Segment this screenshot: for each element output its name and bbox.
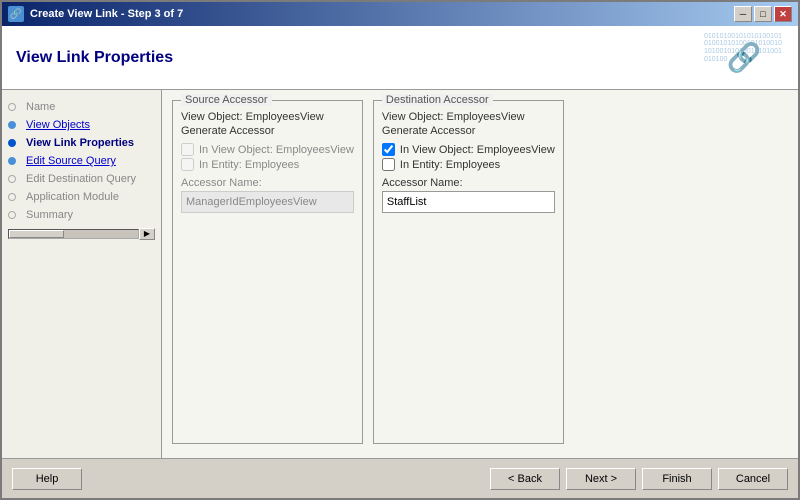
source-in-view-object-label: In View Object: EmployeesView [199, 144, 354, 156]
source-accessor-name-input [181, 191, 354, 213]
footer: Help < Back Next > Finish Cancel [2, 458, 798, 498]
title-bar-buttons: ─ □ ✕ [734, 6, 792, 22]
bullet-view-objects [8, 121, 16, 129]
footer-right: < Back Next > Finish Cancel [490, 468, 788, 490]
destination-view-object-label: View Object: EmployeesView [382, 111, 555, 123]
sidebar-label-edit-destination-query: Edit Destination Query [26, 173, 136, 185]
bullet-edit-source-query [8, 157, 16, 165]
main-panel: Source Accessor View Object: EmployeesVi… [162, 90, 798, 458]
finish-button[interactable]: Finish [642, 468, 712, 490]
minimize-button[interactable]: ─ [734, 6, 752, 22]
sidebar-item-edit-destination-query: Edit Destination Query [2, 170, 161, 188]
source-view-object-label: View Object: EmployeesView [181, 111, 354, 123]
destination-accessor-box: Destination Accessor View Object: Employ… [373, 100, 564, 444]
sidebar-item-application-module: Application Module [2, 188, 161, 206]
source-in-entity-row: In Entity: Employees [181, 158, 354, 171]
page-title: View Link Properties [16, 49, 173, 67]
maximize-button[interactable]: □ [754, 6, 772, 22]
page-header: View Link Properties 0101010010101010010… [2, 26, 798, 90]
footer-left: Help [12, 468, 82, 490]
sidebar-label-application-module: Application Module [26, 191, 119, 203]
source-in-entity-checkbox[interactable] [181, 158, 194, 171]
next-button[interactable]: Next > [566, 468, 636, 490]
sidebar-scrollbar-track[interactable] [8, 229, 139, 239]
destination-generate-accessor-label: Generate Accessor [382, 125, 555, 137]
sidebar-scrollbar-thumb[interactable] [9, 230, 64, 238]
sidebar-item-name: Name [2, 98, 161, 116]
destination-in-entity-checkbox[interactable] [382, 158, 395, 171]
bullet-summary [8, 211, 16, 219]
sidebar: Name View Objects View Link Properties E… [2, 90, 162, 458]
bullet-name [8, 103, 16, 111]
header-image: 0101010010101010010101001010100101010010… [704, 33, 784, 83]
destination-accessor-name-input[interactable] [382, 191, 555, 213]
sidebar-item-view-link-properties: View Link Properties [2, 134, 161, 152]
sidebar-item-view-objects[interactable]: View Objects [2, 116, 161, 134]
source-in-entity-label: In Entity: Employees [199, 159, 299, 171]
cancel-button[interactable]: Cancel [718, 468, 788, 490]
window-title: Create View Link - Step 3 of 7 [30, 8, 183, 20]
help-button[interactable]: Help [12, 468, 82, 490]
content-area: Name View Objects View Link Properties E… [2, 90, 798, 458]
title-bar-left: 🔗 Create View Link - Step 3 of 7 [8, 6, 183, 22]
destination-accessor-title: Destination Accessor [382, 94, 493, 106]
bullet-application-module [8, 193, 16, 201]
destination-in-view-object-checkbox[interactable] [382, 143, 395, 156]
title-bar: 🔗 Create View Link - Step 3 of 7 ─ □ ✕ [2, 2, 798, 26]
window-icon: 🔗 [8, 6, 24, 22]
destination-in-view-object-label: In View Object: EmployeesView [400, 144, 555, 156]
back-button[interactable]: < Back [490, 468, 560, 490]
destination-in-view-object-row: In View Object: EmployeesView [382, 143, 555, 156]
bullet-edit-destination-query [8, 175, 16, 183]
destination-in-entity-row: In Entity: Employees [382, 158, 555, 171]
sidebar-scroll-right-btn[interactable]: ▶ [139, 228, 155, 240]
bullet-view-link-properties [8, 139, 16, 147]
sidebar-label-name: Name [26, 101, 55, 113]
sidebar-scrollbar-area: ▶ [2, 224, 161, 244]
main-window: 🔗 Create View Link - Step 3 of 7 ─ □ ✕ V… [0, 0, 800, 500]
source-in-view-object-checkbox[interactable] [181, 143, 194, 156]
source-generate-accessor-label: Generate Accessor [181, 125, 354, 137]
header-icon: 🔗 [727, 41, 762, 74]
source-accessor-box: Source Accessor View Object: EmployeesVi… [172, 100, 363, 444]
close-button[interactable]: ✕ [774, 6, 792, 22]
sidebar-label-edit-source-query: Edit Source Query [26, 155, 116, 167]
sidebar-label-summary: Summary [26, 209, 73, 221]
destination-accessor-name-label: Accessor Name: [382, 177, 555, 189]
sidebar-item-summary: Summary [2, 206, 161, 224]
source-in-view-object-row: In View Object: EmployeesView [181, 143, 354, 156]
source-accessor-name-label: Accessor Name: [181, 177, 354, 189]
sidebar-item-edit-source-query[interactable]: Edit Source Query [2, 152, 161, 170]
accessors-row: Source Accessor View Object: EmployeesVi… [172, 100, 788, 448]
source-accessor-title: Source Accessor [181, 94, 272, 106]
sidebar-label-view-link-properties: View Link Properties [26, 137, 134, 149]
destination-in-entity-label: In Entity: Employees [400, 159, 500, 171]
sidebar-label-view-objects: View Objects [26, 119, 90, 131]
